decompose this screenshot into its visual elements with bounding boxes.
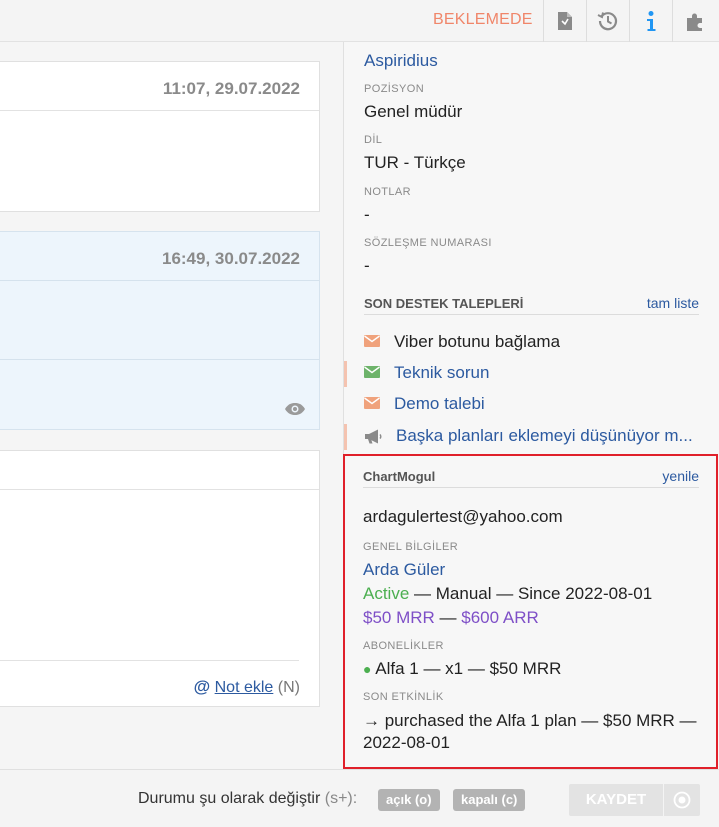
status-open-shortcut: (o) xyxy=(414,792,432,807)
activity-label: SON ETKİNLİK xyxy=(363,691,444,703)
revenue-separator: — xyxy=(434,608,462,627)
message-card: 16:49, 30.07.2022 xyxy=(0,231,320,430)
status-open-label: açık xyxy=(386,792,412,807)
ticket-item[interactable]: Teknik sorun xyxy=(344,359,719,389)
history-button[interactable] xyxy=(587,0,629,42)
ticket-title: Teknik sorun xyxy=(394,363,490,382)
integrations-button[interactable] xyxy=(673,0,719,42)
info-icon xyxy=(647,11,656,31)
status-open-button[interactable]: açık (o) xyxy=(378,789,440,811)
status-closed-button[interactable]: kapalı (c) xyxy=(453,789,526,811)
section-divider xyxy=(363,487,699,488)
message-time: 16:49, 30.07.2022 xyxy=(161,249,300,268)
conversation-pane: 11:07, 29.07.2022 16:49, 30.07.2022 @ No… xyxy=(0,42,343,769)
subscriptions-label: ABONELİKLER xyxy=(363,640,444,652)
status-closed-shortcut: (c) xyxy=(501,792,518,807)
radio-target-icon xyxy=(673,791,691,809)
mention-icon: @ xyxy=(193,677,211,696)
position-label: POZİSYON xyxy=(364,83,425,95)
message-divider xyxy=(0,280,319,281)
history-icon xyxy=(597,12,618,31)
activity-text: → purchased the Alfa 1 plan — $50 MRR — … xyxy=(363,711,697,752)
info-button[interactable] xyxy=(630,0,672,42)
ticket-item[interactable]: Viber botunu bağlama xyxy=(344,328,719,358)
notes-label: NOTLAR xyxy=(364,186,412,198)
change-status-text: Durumu şu olarak değiştir xyxy=(138,790,321,807)
message-divider xyxy=(0,359,319,360)
ticket-item[interactable]: Başka planları eklemeyi düşünüyor m... xyxy=(344,422,719,452)
ticket-title: Demo talebi xyxy=(394,394,485,413)
position-value: Genel müdür xyxy=(364,102,463,121)
company-value[interactable]: Aspiridius xyxy=(364,51,438,71)
envelope-icon xyxy=(364,335,380,347)
customer-status-details: — Manual — Since 2022-08-01 xyxy=(409,584,653,603)
puzzle-icon xyxy=(687,13,702,31)
subscription-text: Alfa 1 — x1 — $50 MRR xyxy=(375,659,562,678)
language-label: DİL xyxy=(364,134,383,146)
change-status-shortcut: (s+): xyxy=(324,790,358,807)
reply-editor[interactable]: @ Not ekle (N) xyxy=(0,450,320,707)
pdf-button[interactable] xyxy=(544,0,586,42)
message-divider xyxy=(0,110,319,111)
customer-email: ardagulertest@yahoo.com xyxy=(363,507,563,526)
chartmogul-widget: ChartMogul yenile ardagulertest@yahoo.co… xyxy=(343,454,718,769)
ticket-title: Başka planları eklemeyi düşünüyor m... xyxy=(396,426,693,445)
ticket-active-marker xyxy=(344,424,347,450)
editor-divider xyxy=(0,660,299,661)
envelope-icon xyxy=(364,397,380,409)
message-card: 11:07, 29.07.2022 xyxy=(0,61,320,212)
status-closed-label: kapalı xyxy=(461,792,498,807)
eye-icon[interactable] xyxy=(284,402,306,416)
top-toolbar: BEKLEMEDE xyxy=(0,0,719,42)
change-status-label: Durumu şu olarak değiştir (s+): xyxy=(138,790,357,808)
message-time: 11:07, 29.07.2022 xyxy=(162,79,300,98)
editor-divider xyxy=(0,489,319,490)
envelope-icon xyxy=(364,366,380,378)
customer-name[interactable]: Arda Güler xyxy=(363,560,445,580)
megaphone-icon xyxy=(365,429,382,444)
mrr-value: $50 MRR xyxy=(363,608,435,627)
ticket-item[interactable]: Demo talebi xyxy=(344,390,719,420)
contract-label: SÖZLEŞME NUMARASI xyxy=(364,237,492,249)
active-dot-icon: ● xyxy=(363,661,372,677)
add-note-link[interactable]: Not ekle xyxy=(215,679,274,696)
revenue-line: $50 MRR — $600 ARR xyxy=(363,608,539,628)
general-info-label: GENEL BİLGİLER xyxy=(363,541,459,553)
status-label[interactable]: BEKLEMEDE xyxy=(433,11,533,29)
language-value: TUR - Türkçe xyxy=(364,153,466,172)
chartmogul-header: ChartMogul xyxy=(363,469,436,484)
contract-value: - xyxy=(364,256,370,275)
add-note-shortcut: (N) xyxy=(277,679,300,696)
notes-value: - xyxy=(364,205,370,224)
save-options-button[interactable] xyxy=(664,784,700,816)
subscription-item: ● Alfa 1 — x1 — $50 MRR xyxy=(363,659,561,679)
status-bar: Durumu şu olarak değiştir (s+): açık (o)… xyxy=(0,769,719,827)
ticket-active-marker xyxy=(344,361,347,387)
refresh-link[interactable]: yenile xyxy=(662,468,699,484)
pdf-file-icon xyxy=(558,12,572,30)
ticket-title: Viber botunu bağlama xyxy=(394,332,561,351)
add-note-row: @ Not ekle (N) xyxy=(194,677,300,697)
customer-status-line: Active — Manual — Since 2022-08-01 xyxy=(363,584,652,604)
full-list-link[interactable]: tam liste xyxy=(647,295,699,311)
save-button[interactable]: KAYDET xyxy=(569,784,663,816)
tickets-header: SON DESTEK TALEPLERİ xyxy=(364,296,524,311)
arr-value: $600 ARR xyxy=(461,608,539,627)
section-divider xyxy=(364,314,699,315)
customer-status: Active xyxy=(363,584,410,603)
